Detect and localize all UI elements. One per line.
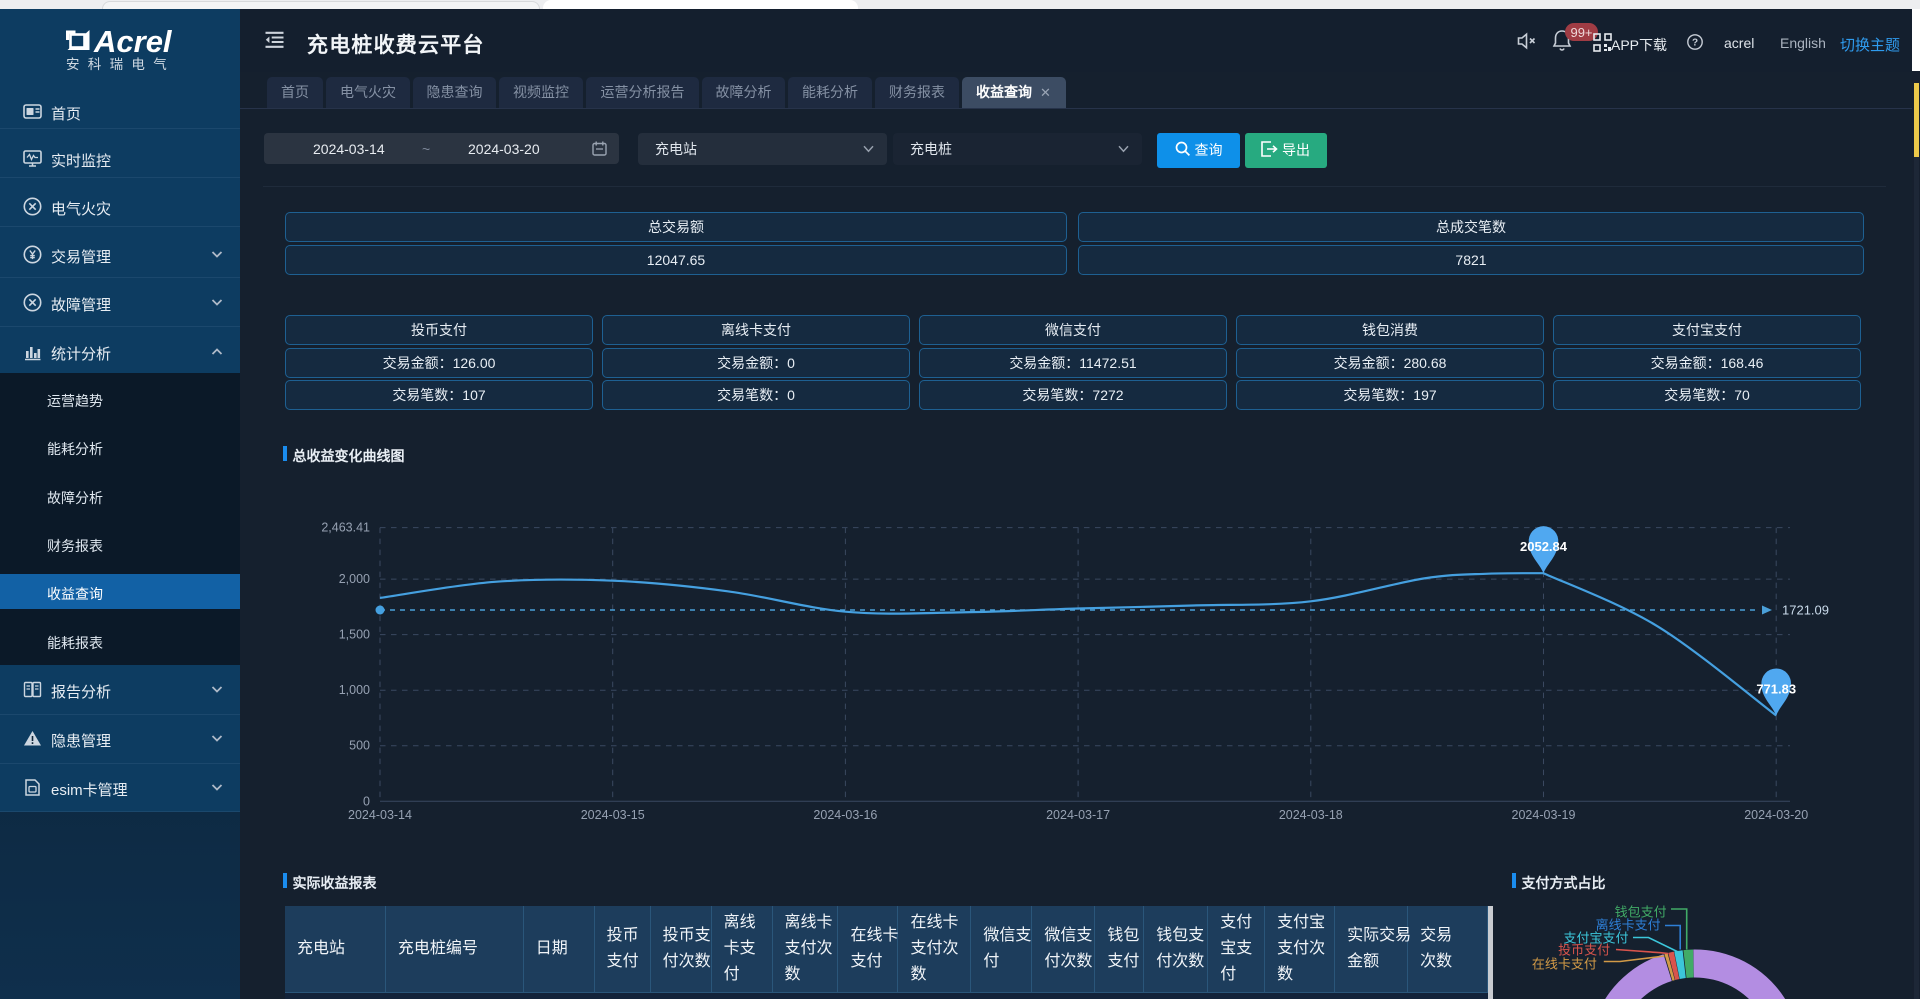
svg-text:安科瑞电气: 安科瑞电气: [66, 57, 175, 72]
svg-text:Acrel: Acrel: [93, 24, 173, 59]
svg-text:?: ?: [1692, 38, 1698, 49]
